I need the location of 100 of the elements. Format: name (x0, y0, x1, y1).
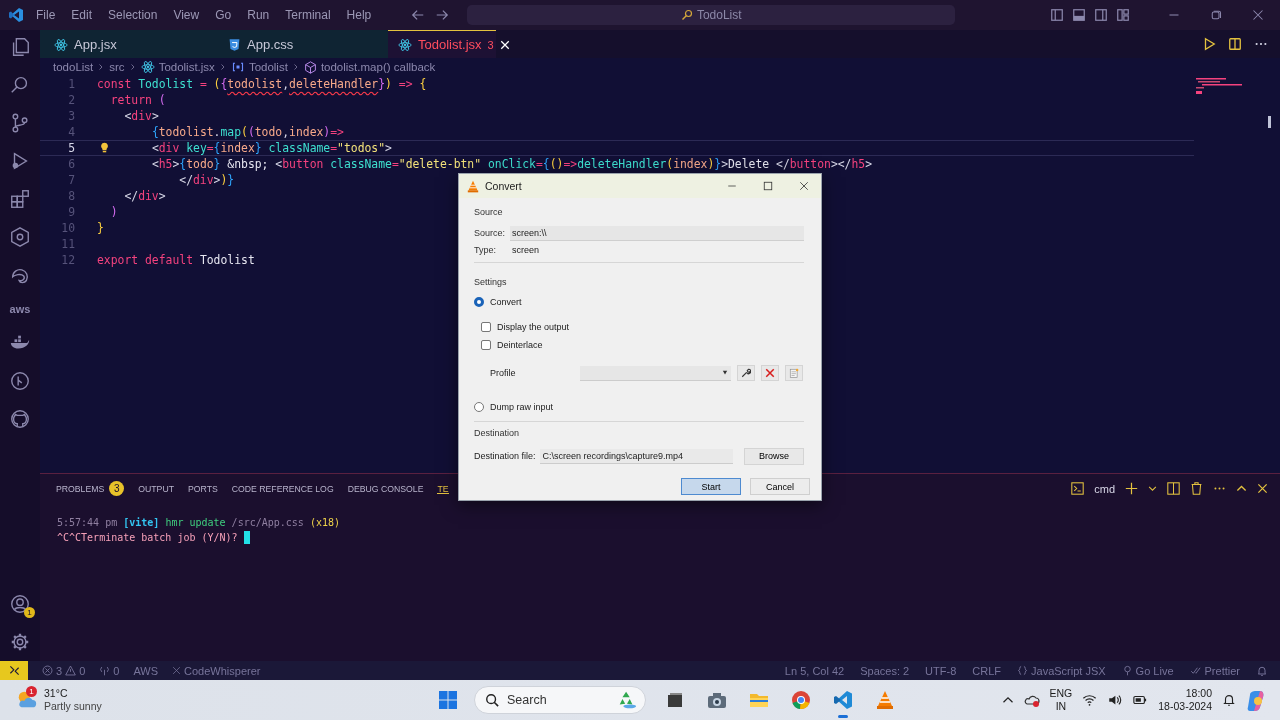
battery-icon[interactable] (1132, 693, 1149, 707)
code-editor-icon[interactable] (833, 690, 853, 710)
weather-condition[interactable]: Partly sunny (44, 700, 102, 713)
split-editor-icon[interactable] (1228, 37, 1242, 51)
checkbox[interactable] (481, 322, 491, 332)
cat-logo-icon[interactable] (9, 408, 31, 430)
status-item[interactable]: Go Live (1135, 664, 1174, 677)
window-icon[interactable] (666, 691, 684, 709)
menu-item[interactable]: Run (239, 8, 278, 22)
browser-icon[interactable] (791, 690, 811, 710)
menu-item[interactable]: Help (338, 8, 380, 22)
dialog-button[interactable]: Cancel (750, 478, 810, 495)
panel-tab[interactable]: DEBUG CONSOLE (347, 483, 424, 494)
panel-tab[interactable]: CODE REFERENCE LOG (231, 483, 334, 494)
double-check-icon (1189, 665, 1202, 676)
radio-label[interactable]: Convert (490, 297, 522, 307)
extensions-icon[interactable] (9, 188, 31, 210)
ports-count[interactable]: 0 (113, 664, 120, 677)
breadcrumb-item[interactable]: Todolist.jsx (158, 61, 215, 73)
radio-label[interactable]: Dump raw input (490, 402, 554, 412)
source-control-icon[interactable] (9, 112, 31, 134)
hexagon-icon[interactable] (9, 226, 31, 248)
breadcrumb-item[interactable]: todoList (53, 61, 94, 73)
encoding[interactable]: UTF-8 (925, 664, 957, 677)
breadcrumb-item[interactable]: todolist.map() callback (320, 61, 436, 73)
folder-icon[interactable] (749, 691, 769, 709)
wifi-icon[interactable] (1082, 693, 1098, 707)
line-number: 11 (60, 236, 76, 252)
menu-item[interactable]: Selection (100, 8, 166, 22)
checkbox-label[interactable]: Deinterlace (497, 340, 543, 350)
status-item[interactable]: AWS (133, 664, 159, 677)
close-icon[interactable] (799, 181, 809, 191)
plus-icon[interactable] (1125, 482, 1138, 495)
notepad-icon (789, 368, 799, 378)
aws-label[interactable]: aws (9, 302, 31, 316)
bell-icon[interactable] (1222, 693, 1236, 707)
language-mode[interactable]: JavaScript JSX (1031, 664, 1106, 677)
input-language[interactable]: ENG IN (1049, 687, 1073, 713)
start-icon[interactable] (438, 690, 458, 710)
radio-button[interactable] (474, 402, 484, 412)
source-field[interactable]: screen:\\ (510, 225, 804, 241)
clock[interactable]: 18:00 18-03-2024 (1158, 687, 1212, 713)
panel-tab[interactable]: PROBLEMS 3 (56, 481, 125, 496)
cursor-position[interactable]: Ln 5, Col 42 (784, 664, 845, 677)
edit-profile-button[interactable] (737, 365, 755, 381)
panel-tab[interactable]: TE (437, 483, 449, 494)
camera-icon[interactable] (707, 691, 727, 709)
panel-tab[interactable]: PORTS (188, 483, 218, 494)
branch-circle-icon[interactable] (9, 370, 31, 392)
command-search-field[interactable]: TodoList (467, 5, 956, 25)
trash-icon[interactable] (1190, 482, 1203, 495)
settings-icon[interactable] (9, 631, 31, 653)
menu-item[interactable]: Go (207, 8, 240, 22)
speaker-icon[interactable] (1107, 693, 1123, 707)
warning-count[interactable]: 0 (79, 664, 86, 677)
indentation[interactable]: Spaces: 2 (860, 664, 910, 677)
secondary-sidebar-icon[interactable] (1094, 8, 1108, 22)
line-number: 9 (67, 204, 76, 220)
sidebar-layout-icon[interactable] (1050, 8, 1064, 22)
menu-item[interactable]: File (28, 8, 64, 22)
lightbulb-icon[interactable] (99, 141, 110, 154)
broadcast-icon (1121, 665, 1133, 676)
breadcrumb-item[interactable]: Todolist (248, 61, 288, 73)
search-icon (485, 693, 499, 707)
taskbar-search-field[interactable]: Search (474, 686, 646, 714)
menu-item[interactable]: Edit (63, 8, 101, 22)
chevron-down-icon[interactable] (1148, 484, 1157, 493)
breadcrumb-item[interactable]: src (109, 61, 125, 73)
account-icon[interactable] (9, 593, 31, 615)
checkbox[interactable] (481, 340, 491, 350)
browse-button[interactable]: Browse (744, 447, 804, 465)
delete-profile-button[interactable] (761, 365, 779, 381)
editor-tab[interactable]: App.css (214, 30, 388, 58)
status-item[interactable]: Prettier (1204, 664, 1240, 677)
maximize-icon[interactable] (763, 181, 773, 191)
panel-layout-icon[interactable] (1072, 8, 1086, 22)
run-icon[interactable] (1202, 37, 1216, 51)
menu-item[interactable]: Terminal (277, 8, 339, 22)
checkbox-label[interactable]: Display the output (497, 322, 570, 332)
remote-button[interactable] (0, 661, 28, 680)
terminal-name[interactable]: cmd (1094, 482, 1115, 495)
temperature[interactable]: 31°C (44, 687, 102, 700)
chevron-up-icon[interactable] (1236, 483, 1247, 494)
radio-button[interactable] (474, 297, 484, 307)
split-icon[interactable] (1167, 482, 1180, 495)
editor-tab[interactable]: App.jsx (40, 30, 214, 58)
back-arrow-icon[interactable] (411, 8, 426, 22)
panel-tab[interactable]: OUTPUT (138, 483, 174, 494)
status-item[interactable]: CodeWhisperer (184, 664, 261, 677)
layout-grid-icon[interactable] (1116, 8, 1130, 22)
line-ending[interactable]: CRLF (972, 664, 1001, 677)
destination-field[interactable]: C:\screen recordings\capture9.mp4 (539, 448, 733, 464)
forward-arrow-icon[interactable] (435, 8, 450, 22)
error-count[interactable]: 3 (56, 664, 63, 677)
dialog-button[interactable]: Start (681, 478, 741, 495)
editor-logo-icon[interactable] (8, 7, 24, 23)
restore-icon[interactable] (1210, 9, 1222, 21)
menu-item[interactable]: View (165, 8, 208, 22)
cone-icon[interactable] (876, 690, 894, 710)
terminal-icon[interactable] (1071, 482, 1085, 495)
